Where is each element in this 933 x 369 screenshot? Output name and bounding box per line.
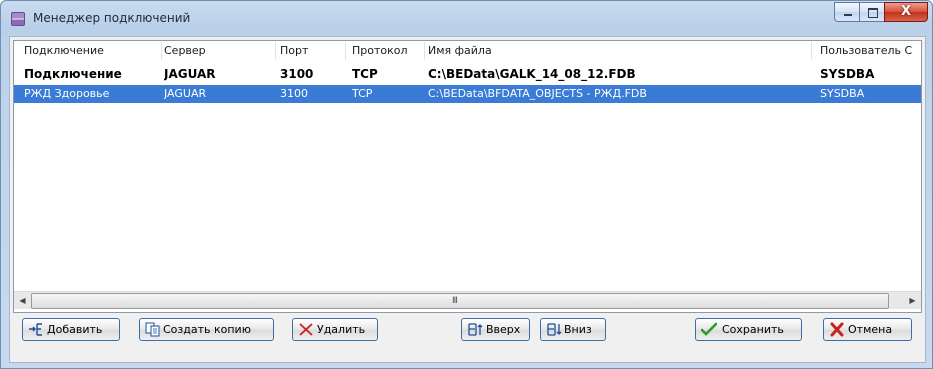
cell-user: SYSDBA <box>820 87 865 100</box>
column-separator[interactable] <box>275 42 276 60</box>
grid-header: Подключение Сервер Порт Протокол Имя фай… <box>14 42 921 60</box>
close-icon: X <box>900 4 912 19</box>
cell-connection: РЖД Здоровье <box>24 87 110 100</box>
maximize-button[interactable] <box>859 2 885 22</box>
red-x-icon <box>299 323 313 336</box>
copy-button-label: Создать копию <box>163 323 251 336</box>
move-down-button-label: Вниз <box>564 323 592 336</box>
cell-server: JAGUAR <box>164 67 216 81</box>
column-separator[interactable] <box>424 42 425 60</box>
window-bottom-border <box>1 363 932 368</box>
column-header-protocol[interactable]: Протокол <box>352 44 422 57</box>
move-up-icon <box>468 323 483 336</box>
green-check-icon <box>701 322 717 336</box>
cancel-button-label: Отмена <box>848 323 893 336</box>
cell-file: C:\BEData\GALK_14_08_12.FDB <box>428 67 636 81</box>
app-icon <box>11 12 25 26</box>
scrollbar-thumb[interactable]: III <box>31 293 889 309</box>
column-separator[interactable] <box>811 42 812 60</box>
title-bar[interactable]: Менеджер подключений X <box>1 1 932 35</box>
add-button[interactable]: Добавить <box>22 318 120 341</box>
add-row-icon <box>29 323 42 336</box>
scroll-right-icon[interactable]: ▶ <box>904 292 921 309</box>
scroll-left-icon[interactable]: ◀ <box>14 292 31 309</box>
minimize-button[interactable] <box>834 2 860 22</box>
cell-protocol: TCP <box>352 67 378 81</box>
column-separator[interactable] <box>345 42 346 60</box>
move-down-button[interactable]: Вниз <box>540 318 606 341</box>
connection-manager-window: Менеджер подключений X Подключение Серве… <box>0 0 933 369</box>
window-title: Менеджер подключений <box>33 11 191 25</box>
red-x-icon <box>830 322 844 337</box>
save-button-label: Сохранить <box>722 323 784 336</box>
column-separator[interactable] <box>161 42 162 60</box>
copy-button[interactable]: Создать копию <box>139 318 274 341</box>
save-button[interactable]: Сохранить <box>695 318 802 341</box>
add-button-label: Добавить <box>47 323 103 336</box>
cell-user: SYSDBA <box>820 67 875 81</box>
cell-server: JAGUAR <box>164 87 207 100</box>
column-header-port[interactable]: Порт <box>280 44 340 57</box>
move-up-button-label: Вверх <box>486 323 521 336</box>
move-down-icon <box>547 323 562 336</box>
copy-icon <box>145 322 160 337</box>
connections-grid[interactable]: Подключение Сервер Порт Протокол Имя фай… <box>13 40 922 313</box>
cell-file: C:\BEData\BFDATA_OBJECTS - РЖД.FDB <box>428 87 647 100</box>
delete-button-label: Удалить <box>317 323 366 336</box>
cell-protocol: TCP <box>352 87 373 100</box>
column-header-connection[interactable]: Подключение <box>24 44 164 57</box>
cell-connection: Подключение <box>24 67 122 81</box>
cell-port: 3100 <box>280 87 308 100</box>
close-button[interactable]: X <box>884 2 928 22</box>
table-row-selected[interactable]: РЖД Здоровье JAGUAR 3100 TCP C:\BEData\B… <box>14 85 921 103</box>
cancel-button[interactable]: Отмена <box>823 318 912 341</box>
column-header-user[interactable]: Пользователь С <box>820 44 920 57</box>
scrollbar-grip: III <box>452 296 458 306</box>
client-area: Подключение Сервер Порт Протокол Имя фай… <box>9 36 926 363</box>
table-row[interactable]: Подключение JAGUAR 3100 TCP C:\BEData\GA… <box>14 64 921 82</box>
horizontal-scrollbar[interactable]: ◀ III ▶ <box>14 291 921 309</box>
cell-port: 3100 <box>280 67 314 81</box>
column-header-server[interactable]: Сервер <box>164 44 274 57</box>
delete-button[interactable]: Удалить <box>292 318 378 341</box>
column-header-file[interactable]: Имя файла <box>428 44 808 57</box>
move-up-button[interactable]: Вверх <box>461 318 530 341</box>
